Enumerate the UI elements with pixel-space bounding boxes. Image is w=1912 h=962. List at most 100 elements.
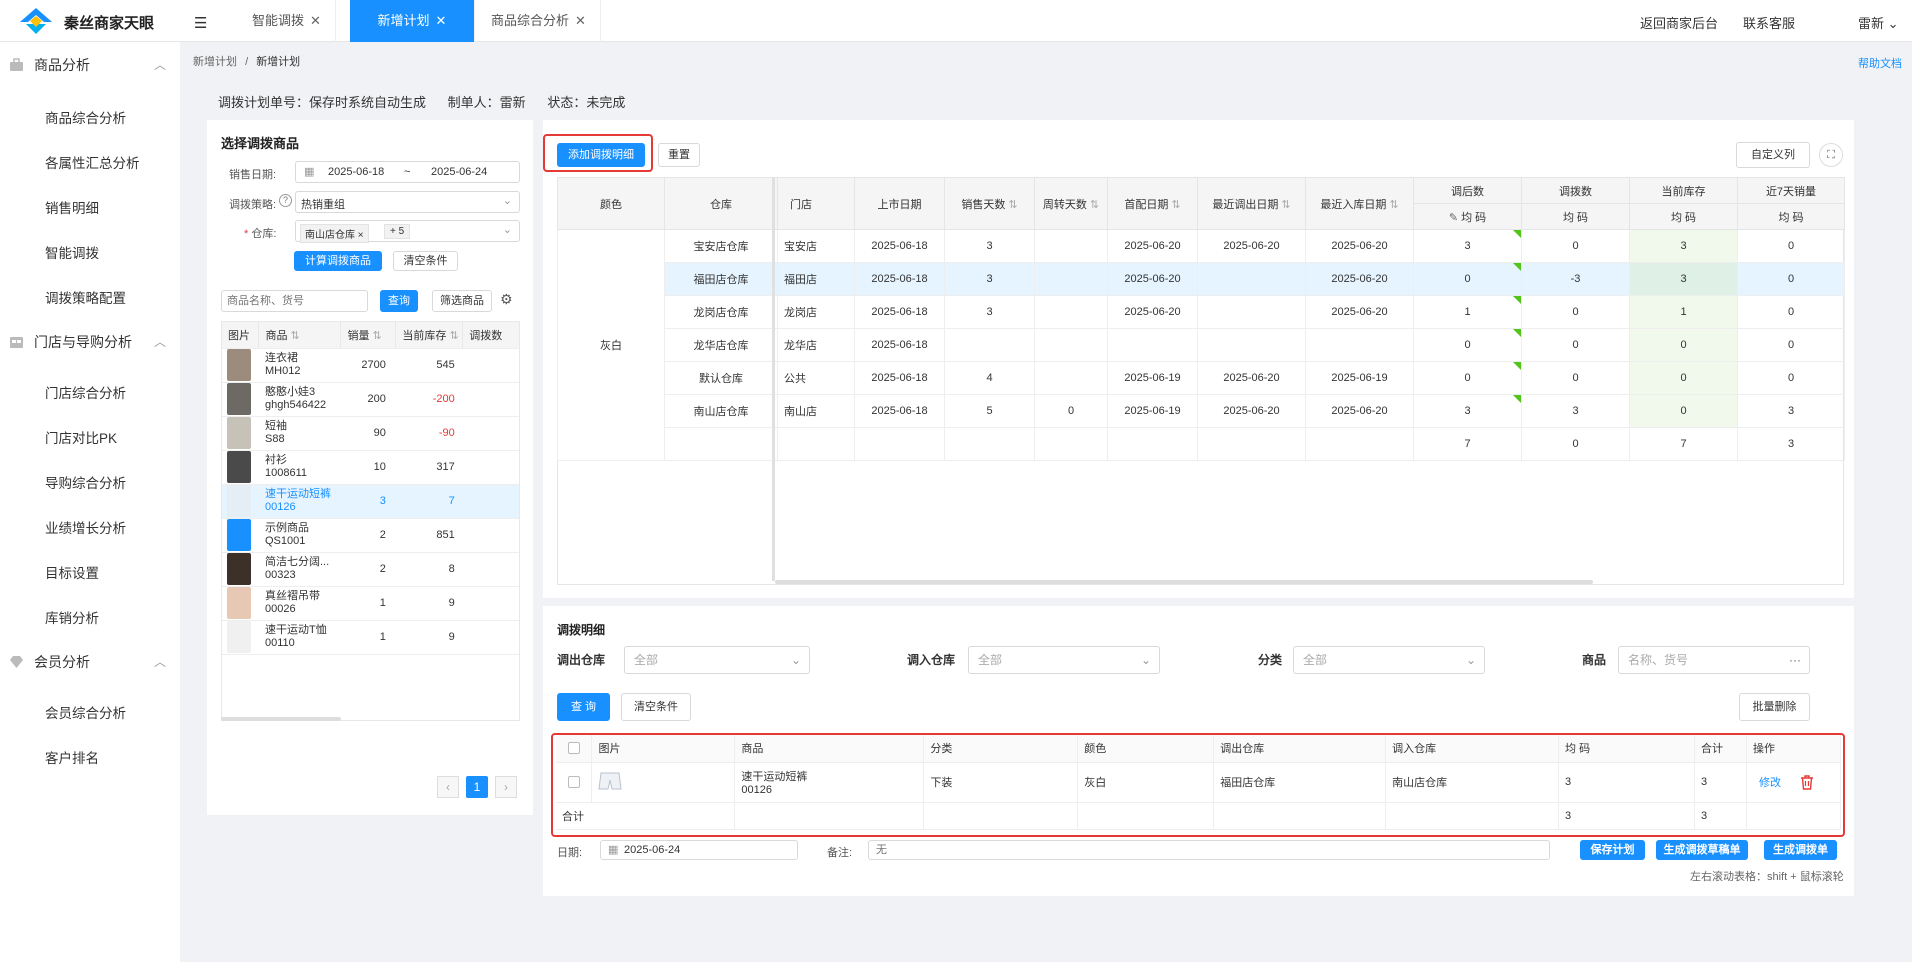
after-cell[interactable]: 1 [1413,295,1522,329]
product-cell: 速干运动T恤 00110 [258,620,341,655]
plan-date-input[interactable]: ▦ 2025-06-24 [600,840,798,860]
filter-products-button[interactable]: 筛选商品 [432,290,492,312]
sidebar-item-growth-analysis[interactable]: 业绩增长分析 [45,517,126,537]
after-cell[interactable]: 0 [1413,328,1522,362]
grid-horizontal-scrollbar[interactable] [775,580,1593,584]
col-sales[interactable]: 销量 ⇅ [340,322,397,349]
create-draft-button[interactable]: 生成调拨草稿单 [1656,840,1748,860]
grid-row[interactable]: 龙岗店仓库 龙岗店 2025-06-18 3 2025-06-20 2025-06-20 1… [558,295,1845,329]
col-product[interactable]: 商品 ⇅ [258,322,342,349]
note-input[interactable] [868,840,1550,860]
user-menu[interactable]: 雷新 ⌄ [1858,13,1899,32]
product-row[interactable]: 速干运动短裤 00126 3 7 [222,484,519,519]
clear-conditions-button[interactable]: 清空条件 [393,251,458,271]
close-icon[interactable]: ✕ [310,13,321,28]
tab-product-analysis[interactable]: 商品综合分析 ✕ [477,0,601,42]
warehouse-cell: 福田店仓库 [664,262,778,296]
sidebar-item-product-analysis[interactable]: 商品综合分析 [45,107,126,127]
after-cell[interactable]: 0 [1413,262,1522,296]
close-icon[interactable]: ✕ [436,13,447,28]
back-to-admin-link[interactable]: 返回商家后台 [1640,13,1718,32]
batch-delete-button[interactable]: 批量删除 [1739,693,1810,721]
grid-row[interactable]: 默认仓库 公共 2025-06-18 4 2025-06-19 2025-06-20 202… [558,361,1845,395]
sidebar-item-member-analysis[interactable]: 会员综合分析 [45,702,126,722]
menu-toggle-icon[interactable]: ☰ [194,14,207,32]
last-out-cell: 2025-06-20 [1197,394,1306,428]
col-last-out[interactable]: 最近调出日期 ⇅ [1197,177,1306,230]
search-button[interactable]: 查询 [380,290,418,312]
product-row[interactable]: 真丝褶吊带 00026 1 9 [222,586,519,621]
calc-products-button[interactable]: 计算调拨商品 [294,251,382,271]
tab-smart-transfer[interactable]: 智能调拨 ✕ [238,0,336,42]
sidebar-item-guide-analysis[interactable]: 导购综合分析 [45,472,126,492]
page-1-button[interactable]: 1 [466,776,488,798]
product-row[interactable]: 憨憨小娃3 ghgh546422 200 -200 [222,382,519,417]
after-cell[interactable]: 0 [1413,361,1522,395]
grid-row[interactable]: 福田店仓库 福田店 2025-06-18 3 2025-06-20 2025-06-20 0… [557,262,1845,296]
sidebar-item-stock-sales[interactable]: 库销分析 [45,607,99,627]
clear-filter-button[interactable]: 清空条件 [621,693,691,721]
tag-close-icon[interactable]: × [358,230,364,241]
plan-no-value: 保存时系统自动生成 [309,95,427,110]
next-page-button[interactable]: › [495,776,517,798]
col-sale-days[interactable]: 销售天数 ⇅ [944,177,1035,230]
help-icon[interactable]: ? [279,194,292,207]
product-search-input[interactable] [221,290,368,312]
prev-page-button[interactable]: ‹ [437,776,459,798]
in-warehouse-select[interactable]: 全部 ⌄ [968,646,1160,674]
strategy-select[interactable]: 热销重组 ⌄ [295,191,520,213]
sidebar-item-store-pk[interactable]: 门店对比PK [45,427,117,447]
edit-icon[interactable]: ✎ [1449,212,1458,224]
sidebar-item-sales-detail[interactable]: 销售明细 [45,197,99,217]
product-row[interactable]: 衬衫 1008611 10 317 [222,450,519,485]
after-cell[interactable]: 3 [1413,394,1522,428]
help-docs-link[interactable]: 帮助文档 [1858,55,1902,71]
sidebar-item-transfer-strategy[interactable]: 调拨策略配置 [45,287,126,307]
col-last-in[interactable]: 最近入库日期 ⇅ [1305,177,1414,230]
after-cell[interactable]: 3 [1413,229,1522,263]
horizontal-scrollbar[interactable] [221,717,341,721]
sidebar-item-store-analysis[interactable]: 门店综合分析 [45,382,126,402]
col-first-date[interactable]: 首配日期 ⇅ [1107,177,1198,230]
plan-date-value: 2025-06-24 [624,844,681,856]
tab-new-plan[interactable]: 新增计划 ✕ [350,0,475,42]
grid-row[interactable]: 南山店仓库 南山店 2025-06-18 5 0 2025-06-19 2025-06-20… [558,394,1845,428]
sub-col-after[interactable]: ✎ 均 码 [1413,203,1522,230]
sidebar-item-attribute-summary[interactable]: 各属性汇总分析 [45,152,140,172]
product-row[interactable]: 速干运动T恤 00110 1 9 [222,620,519,655]
out-warehouse-select[interactable]: 全部 ⌄ [624,646,810,674]
product-select[interactable]: 名称、货号 ··· [1618,646,1810,674]
sidebar-item-customer-rank[interactable]: 客户排名 [45,747,99,767]
warehouse-label: * 仓库: [244,225,276,241]
col-stock[interactable]: 当前库存 ⇅ [395,322,464,349]
sidebar-group-store[interactable]: 门店与导购分析 ︿ [0,322,180,362]
create-transfer-button[interactable]: 生成调拨单 [1764,840,1837,860]
save-plan-button[interactable]: 保存计划 [1580,840,1645,860]
sidebar-item-target-setting[interactable]: 目标设置 [45,562,99,582]
grid-row[interactable]: 灰白 宝安店仓库 宝安店 2025-06-18 3 2025-06-20 2025-06-2… [557,229,1845,461]
category-select[interactable]: 全部 ⌄ [1293,646,1485,674]
edited-marker-icon [1513,230,1521,238]
close-icon[interactable]: ✕ [575,13,586,28]
product-row[interactable]: 连衣裙 MH012 2700 545 [222,348,519,383]
col-turn-days[interactable]: 周转天数 ⇅ [1034,177,1108,230]
grid-row[interactable]: 龙华店仓库 龙华店 2025-06-18 0 0 0 0 [558,328,1845,362]
product-row[interactable]: 示例商品 QS1001 2 851 [222,518,519,553]
product-row[interactable]: 简洁七分阔... 00323 2 8 [222,552,519,587]
warehouse-select[interactable]: 南山店仓库 × + 5 ⌄ [295,220,520,243]
contact-support-link[interactable]: 联系客服 [1743,13,1795,32]
product-name: 憨憨小娃3 [264,386,316,398]
reset-button[interactable]: 重置 [658,143,700,167]
product-row[interactable]: 短袖 S88 90 -90 [222,416,519,451]
strategy-value: 热销重组 [301,199,345,211]
sidebar-group-member[interactable]: 会员分析 ︿ [0,642,180,682]
sidebar-item-smart-transfer[interactable]: 智能调拨 [45,242,99,262]
gear-icon[interactable]: ⚙ [500,291,513,308]
sales-date-range[interactable]: ▦ 2025-06-18 ~ 2025-06-24 [295,161,520,183]
stock-cell: 317 [395,450,463,485]
breadcrumb-parent[interactable]: 新增计划 [193,56,237,68]
custom-columns-button[interactable]: 自定义列 [1736,142,1810,168]
sidebar-group-product[interactable]: 商品分析 ︿ [0,45,180,85]
fullscreen-icon[interactable]: ⛶ [1819,143,1843,167]
query-button[interactable]: 查 询 [557,693,610,721]
